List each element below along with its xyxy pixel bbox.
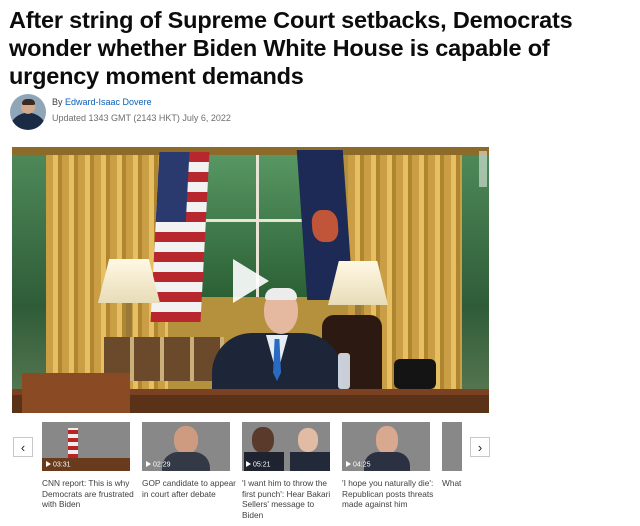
desk-phone — [394, 359, 436, 389]
article-headline: After string of Supreme Court setbacks, … — [9, 7, 573, 89]
carousel-item[interactable]: 02:29 GOP candidate to appear in court a… — [142, 422, 236, 499]
carousel-next-button[interactable]: › — [470, 437, 490, 457]
carousel-caption[interactable]: What subp Georg — [442, 478, 462, 489]
water-bottle — [338, 353, 350, 389]
window-mullion — [198, 219, 316, 222]
carousel-caption[interactable]: 'I hope you naturally die': Republican p… — [342, 478, 436, 510]
thumbnail[interactable]: 02:29 — [142, 422, 230, 471]
play-icon — [146, 460, 151, 467]
video-duration: 02:29 — [146, 460, 171, 468]
byline-prefix: By — [52, 97, 63, 107]
carousel-item[interactable]: 05:21 'I want him to throw the first pun… — [242, 422, 330, 520]
chevron-left-icon: ‹ — [20, 439, 26, 455]
play-icon — [46, 460, 51, 467]
video-duration: 04:25 — [346, 460, 371, 468]
thumbnail[interactable]: 03:31 — [42, 422, 130, 471]
video-player[interactable] — [12, 147, 489, 413]
carousel-item[interactable]: What subp Georg — [442, 422, 462, 489]
byline: By Edward-Isaac Dovere Updated 1343 GMT … — [10, 94, 410, 132]
author-link[interactable]: Edward-Isaac Dovere — [65, 97, 152, 107]
video-duration: 05:21 — [246, 460, 271, 468]
play-icon[interactable] — [233, 259, 269, 303]
updated-timestamp: Updated 1343 GMT (2143 HKT) July 6, 2022 — [52, 113, 231, 123]
person-hair — [265, 288, 297, 300]
carousel-prev-button[interactable]: ‹ — [13, 437, 33, 457]
carousel-caption[interactable]: 'I want him to throw the first punch': H… — [242, 478, 336, 520]
video-carousel: 03:31 CNN report: This is why Democrats … — [42, 422, 462, 526]
carousel-caption[interactable]: GOP candidate to appear in court after d… — [142, 478, 236, 499]
carousel-item[interactable]: 04:25 'I hope you naturally die': Republ… — [342, 422, 433, 510]
desk-box — [22, 373, 130, 413]
chevron-right-icon: › — [477, 439, 483, 455]
thumbnail[interactable] — [442, 422, 462, 471]
video-duration: 03:31 — [46, 460, 71, 468]
author-avatar[interactable] — [10, 94, 46, 130]
thumbnail[interactable]: 05:21 — [242, 422, 330, 471]
thumbnail[interactable]: 04:25 — [342, 422, 430, 471]
carousel-caption[interactable]: CNN report: This is why Democrats are fr… — [42, 478, 136, 510]
us-flag — [150, 152, 210, 322]
curtain-valance — [12, 147, 489, 155]
author-line: By Edward-Isaac Dovere — [52, 97, 152, 107]
play-icon — [346, 460, 351, 467]
carousel-item[interactable]: 03:31 CNN report: This is why Democrats … — [42, 422, 134, 510]
play-icon — [246, 460, 251, 467]
watermark — [479, 151, 487, 187]
